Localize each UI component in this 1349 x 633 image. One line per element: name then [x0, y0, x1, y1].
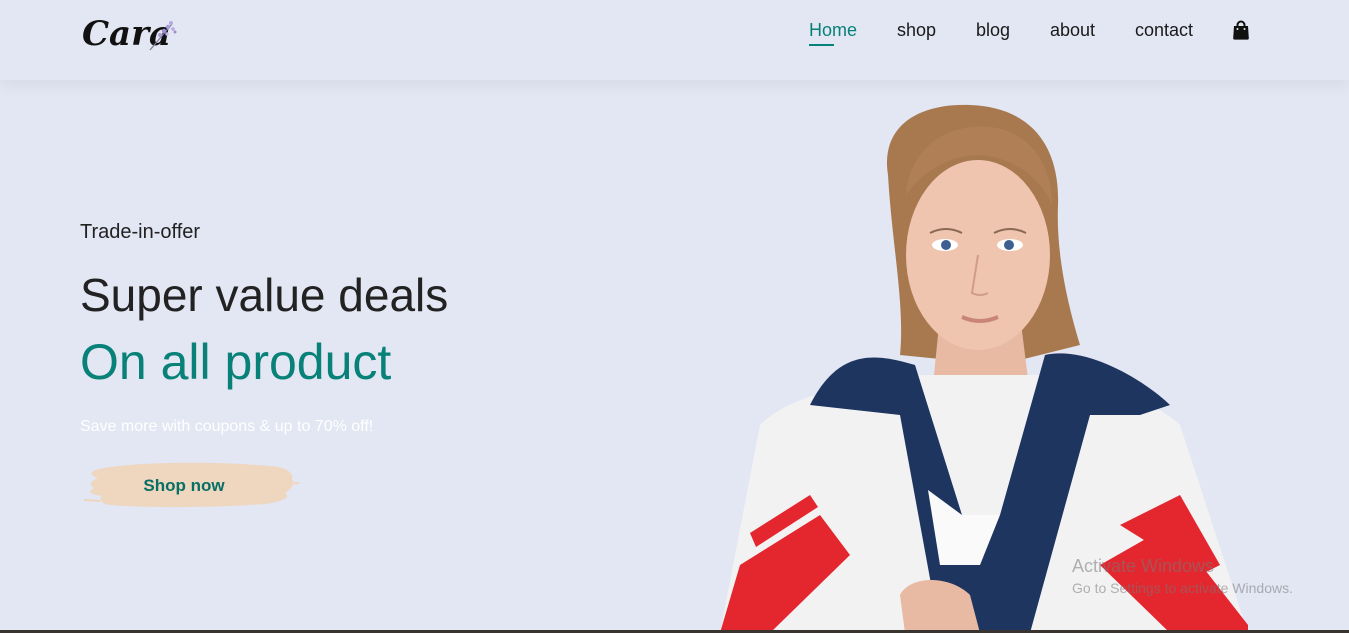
nav-home[interactable]: Home — [809, 20, 857, 41]
shop-now-label: Shop now — [143, 476, 225, 495]
hero-model-image — [720, 104, 1248, 633]
hero-headline-accent: On all product — [80, 334, 392, 390]
shop-now-button[interactable]: Shop now — [80, 460, 300, 510]
activate-windows-subtitle: Go to Settings to activate Windows. — [1072, 580, 1293, 596]
nav-about[interactable]: about — [1050, 20, 1095, 41]
nav-contact[interactable]: contact — [1135, 20, 1193, 41]
hero-headline: Super value deals — [80, 269, 449, 321]
activate-windows-title: Activate Windows — [1072, 556, 1215, 576]
nav-blog[interactable]: blog — [976, 20, 1010, 41]
site-header: Cara Home shop blog about contact — [0, 0, 1349, 80]
brand-logo[interactable]: Cara — [82, 14, 182, 62]
nav-shop[interactable]: shop — [897, 20, 936, 41]
lavender-sprig-icon — [149, 21, 177, 51]
hero-subtext: Save more with coupons & up to 70% off! — [80, 418, 374, 435]
nav-active-underline — [809, 44, 834, 46]
shopping-bag-icon[interactable] — [1232, 20, 1250, 40]
hero-eyebrow: Trade-in-offer — [80, 221, 201, 243]
